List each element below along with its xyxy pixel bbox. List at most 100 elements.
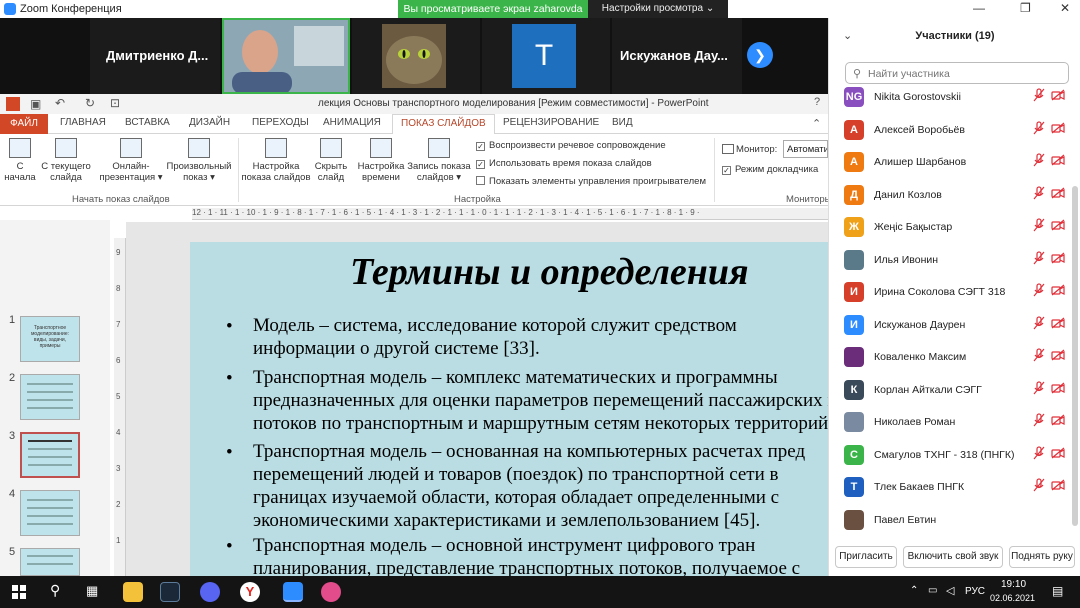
participant-row[interactable]: К Корлан Айткали СЭГГ [829, 375, 1080, 407]
file-explorer-icon[interactable] [123, 582, 143, 602]
thumb-number: 3 [9, 430, 16, 442]
invite-button[interactable]: Пригласить [835, 546, 897, 568]
participant-row[interactable]: И Искужанов Даурен [829, 310, 1080, 342]
tab-file[interactable]: ФАЙЛ [0, 114, 48, 134]
from-beginning-button[interactable]: С начала [4, 138, 36, 183]
setup-slideshow-button[interactable]: Настройка показа слайдов [240, 138, 312, 183]
participant-row[interactable]: Павел Евтин [829, 505, 1080, 537]
tab-slideshow[interactable]: ПОКАЗ СЛАЙДОВ [392, 114, 495, 135]
yandex-browser-icon[interactable]: Y [240, 582, 260, 602]
close-icon[interactable]: ✕ [1060, 1, 1070, 15]
clock-time[interactable]: 19:10 [1001, 579, 1026, 590]
participant-row[interactable]: И Ирина Соколова СЭГТ 318 [829, 277, 1080, 309]
next-page-arrow-icon[interactable]: ❯ [747, 42, 773, 68]
windows-start-icon[interactable] [12, 585, 26, 599]
tab-review[interactable]: РЕЦЕНЗИРОВАНИЕ [503, 117, 599, 128]
present-online-button[interactable]: Онлайн- презентация ▾ [98, 138, 164, 183]
rehearse-timings-button[interactable]: Настройка времени [356, 138, 406, 183]
tab-transitions[interactable]: ПЕРЕХОДЫ [252, 117, 309, 128]
cat-avatar-icon [382, 24, 446, 88]
video-tile[interactable]: Дмитриенко Д... [90, 18, 220, 94]
network-icon[interactable]: ▭ [928, 585, 937, 596]
participants-footer: Пригласить Включить свой звук Поднять ру… [829, 546, 1080, 576]
video-tile[interactable]: T [482, 18, 610, 94]
participant-row[interactable]: А Алишер Шарбанов [829, 147, 1080, 179]
tab-design[interactable]: ДИЗАЙН [189, 117, 230, 128]
participants-header: ⌄ Участники (19) [829, 26, 1080, 46]
app-drop-icon[interactable] [321, 582, 341, 602]
checkbox-checked-icon: ✓ [476, 160, 485, 169]
tray-chevron-icon[interactable]: ⌃ [910, 585, 918, 596]
minimize-icon[interactable]: — [973, 1, 985, 15]
tab-animations[interactable]: АНИМАЦИЯ [323, 117, 381, 128]
clock-date[interactable]: 02.06.2021 [990, 593, 1035, 603]
start-slideshow-icon[interactable]: ⊡ [110, 96, 120, 110]
search-icon[interactable]: ⚲ [50, 582, 60, 599]
volume-icon[interactable]: ◁ [946, 584, 954, 597]
use-timings-checkbox[interactable]: ✓ Использовать время показа слайдов [476, 158, 652, 169]
participant-row[interactable]: NG Nikita Gorostovskii [829, 82, 1080, 114]
video-tile[interactable]: Искужанов Дау... [612, 18, 742, 94]
notifications-icon[interactable]: ▤ [1052, 584, 1063, 598]
globe-icon [120, 138, 142, 158]
slide-editing-area: Термины и определения • Модель – система… [126, 222, 830, 582]
tab-insert[interactable]: ВСТАВКА [125, 117, 170, 128]
participant-row[interactable]: Ж Жеңіс Бақыстар [829, 212, 1080, 244]
participant-row[interactable]: Д Данил Козлов [829, 180, 1080, 212]
mic-muted-icon [1033, 88, 1045, 102]
slide-thumbnail[interactable] [20, 490, 80, 536]
participant-name: Данил Козлов [874, 188, 942, 201]
slide-thumbnail[interactable]: Транспортное моделирование: виды, задачи… [20, 316, 80, 362]
participant-row[interactable]: Илья Ивонин [829, 245, 1080, 277]
screen-share-banner: Вы просматриваете экран zaharovda [398, 0, 588, 18]
presenter-view-checkbox[interactable]: ✓ Режим докладчика [722, 164, 818, 175]
steam-icon[interactable] [160, 582, 180, 602]
custom-show-button[interactable]: Произвольный показ ▾ [164, 138, 234, 183]
slide-thumbnail-selected[interactable] [20, 432, 80, 478]
task-view-icon[interactable]: ▦ [86, 583, 98, 599]
video-tile[interactable] [352, 18, 480, 94]
participant-name: Искужанов Даурен [874, 318, 966, 331]
participant-row[interactable]: С Смагулов ТХНГ - 318 (ПНГК) [829, 440, 1080, 472]
participant-row[interactable]: Т Тлек Бакаев ПНГК [829, 472, 1080, 504]
from-current-button[interactable]: С текущего слайда [38, 138, 94, 183]
zoom-app-icon[interactable] [283, 582, 303, 602]
bullet-icon: • [226, 536, 233, 557]
show-media-controls-checkbox[interactable]: Показать элементы управления проигрывате… [476, 176, 706, 187]
video-tile-name: Дмитриенко Д... [106, 48, 209, 63]
mic-muted-icon [1033, 380, 1045, 394]
thumb-number: 4 [9, 488, 16, 500]
redo-icon[interactable]: ↻ [85, 96, 95, 110]
view-settings-button[interactable]: Настройки просмотра ⌄ [588, 0, 728, 18]
raise-hand-button[interactable]: Поднять руку [1009, 546, 1075, 568]
active-speaker-video[interactable] [222, 18, 350, 94]
ribbon-collapse-icon[interactable]: ⌃ [812, 117, 821, 130]
bullet-line: предназначенных для оценки параметров пе… [253, 390, 830, 411]
discord-icon[interactable] [200, 582, 220, 602]
help-icon[interactable]: ? [814, 96, 820, 108]
mic-muted-icon [1033, 185, 1045, 199]
participant-row[interactable]: Коваленко Максим [829, 342, 1080, 374]
save-icon[interactable]: ▣ [30, 97, 41, 111]
unmute-me-button[interactable]: Включить свой звук [903, 546, 1003, 568]
hide-slide-button[interactable]: Скрыть слайд [312, 138, 350, 183]
undo-icon[interactable]: ↶ [55, 96, 65, 110]
search-icon: ⚲ [853, 68, 862, 80]
restore-icon[interactable]: ❐ [1020, 1, 1031, 15]
current-slide[interactable]: Термины и определения • Модель – система… [190, 242, 830, 582]
participant-search[interactable]: ⚲ [845, 62, 1069, 84]
group-label-start: Начать показ слайдов [72, 194, 170, 205]
search-input[interactable] [868, 66, 1064, 81]
tab-home[interactable]: ГЛАВНАЯ [60, 117, 106, 128]
slide-thumbnail[interactable] [20, 374, 80, 420]
monitor-select[interactable]: Автомати [783, 140, 828, 158]
slide-thumbnail[interactable] [20, 548, 80, 576]
participant-row[interactable]: А Алексей Воробьёв [829, 115, 1080, 147]
scrollbar[interactable] [1072, 186, 1078, 526]
play-narrations-checkbox[interactable]: ✓ Воспроизвести речевое сопровождение [476, 140, 666, 151]
avatar: Д [844, 184, 864, 205]
language-indicator[interactable]: РУС [965, 586, 985, 597]
tab-view[interactable]: ВИД [612, 117, 633, 128]
participant-row[interactable]: Николаев Роман [829, 407, 1080, 439]
record-slideshow-button[interactable]: Запись показа слайдов ▾ [406, 138, 472, 183]
